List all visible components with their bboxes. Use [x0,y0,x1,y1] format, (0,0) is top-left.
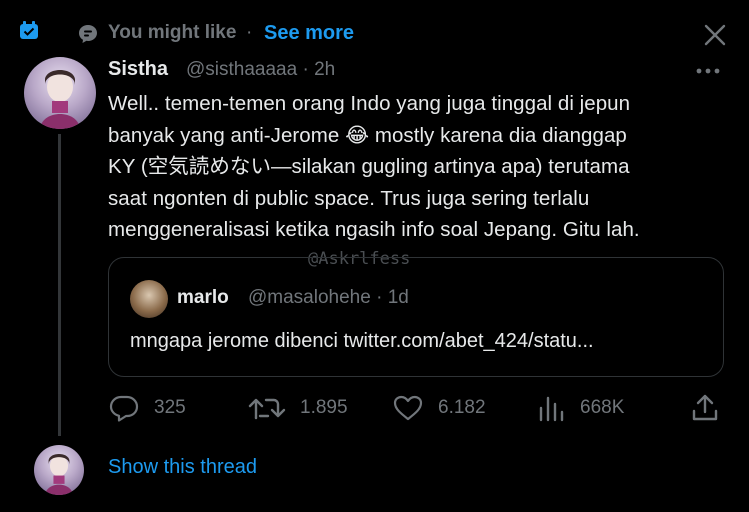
more-horizontal-icon[interactable] [694,64,722,76]
show-thread-link[interactable]: Show this thread [108,456,257,479]
quote-text: mngapa jerome dibenci twitter.com/abet_4… [130,330,594,352]
share-button[interactable] [690,392,720,424]
tweet-text: Well.. temen-temen orang Indo yang juga … [108,88,738,246]
close-icon[interactable] [701,21,729,49]
context-label: You might like [108,22,237,43]
quote-author-handle-time: @masalohehe · 1d [248,287,409,308]
share-icon [690,392,720,424]
views-icon [536,392,566,424]
quote-tweet-card[interactable] [108,257,724,377]
retweet-icon [248,392,286,424]
context-separator: · [246,22,253,43]
author-handle-time[interactable]: @sisthaaaaa · 2h [186,59,335,81]
views-button[interactable]: 668K [536,392,624,424]
badge-icon [18,20,40,42]
retweet-button[interactable]: 1.895 [248,392,348,424]
views-count: 668K [580,397,625,418]
thread-avatar[interactable] [34,445,84,495]
like-count: 6.182 [438,397,486,418]
tweet-text-line: banyak yang anti-Jerome 😂 mostly karena … [108,123,627,147]
reply-count: 325 [154,397,186,418]
reply-button[interactable]: 325 [108,392,186,424]
tweet-text-line: KY (空気読めない—silakan gugling artinya apa) … [108,155,630,178]
like-button[interactable]: 6.182 [392,392,486,424]
retweet-count: 1.895 [300,397,348,418]
see-more-link[interactable]: See more [264,22,354,45]
tweet-text-line: menggeneralisasi ketika ngasih info soal… [108,218,640,241]
quote-author-avatar [130,280,168,318]
tweet-text-line: saat ngonten di public space. Trus juga … [108,186,590,210]
speech-bubble-icon [78,24,98,44]
quote-author-name: marlo [177,287,229,308]
thread-connector-line [58,134,61,436]
tweet-text-line: Well.. temen-temen orang Indo yang juga … [108,92,631,115]
heart-icon [392,392,424,424]
reply-icon [108,392,140,424]
author-name[interactable]: Sistha [108,58,168,81]
author-avatar[interactable] [24,57,96,129]
